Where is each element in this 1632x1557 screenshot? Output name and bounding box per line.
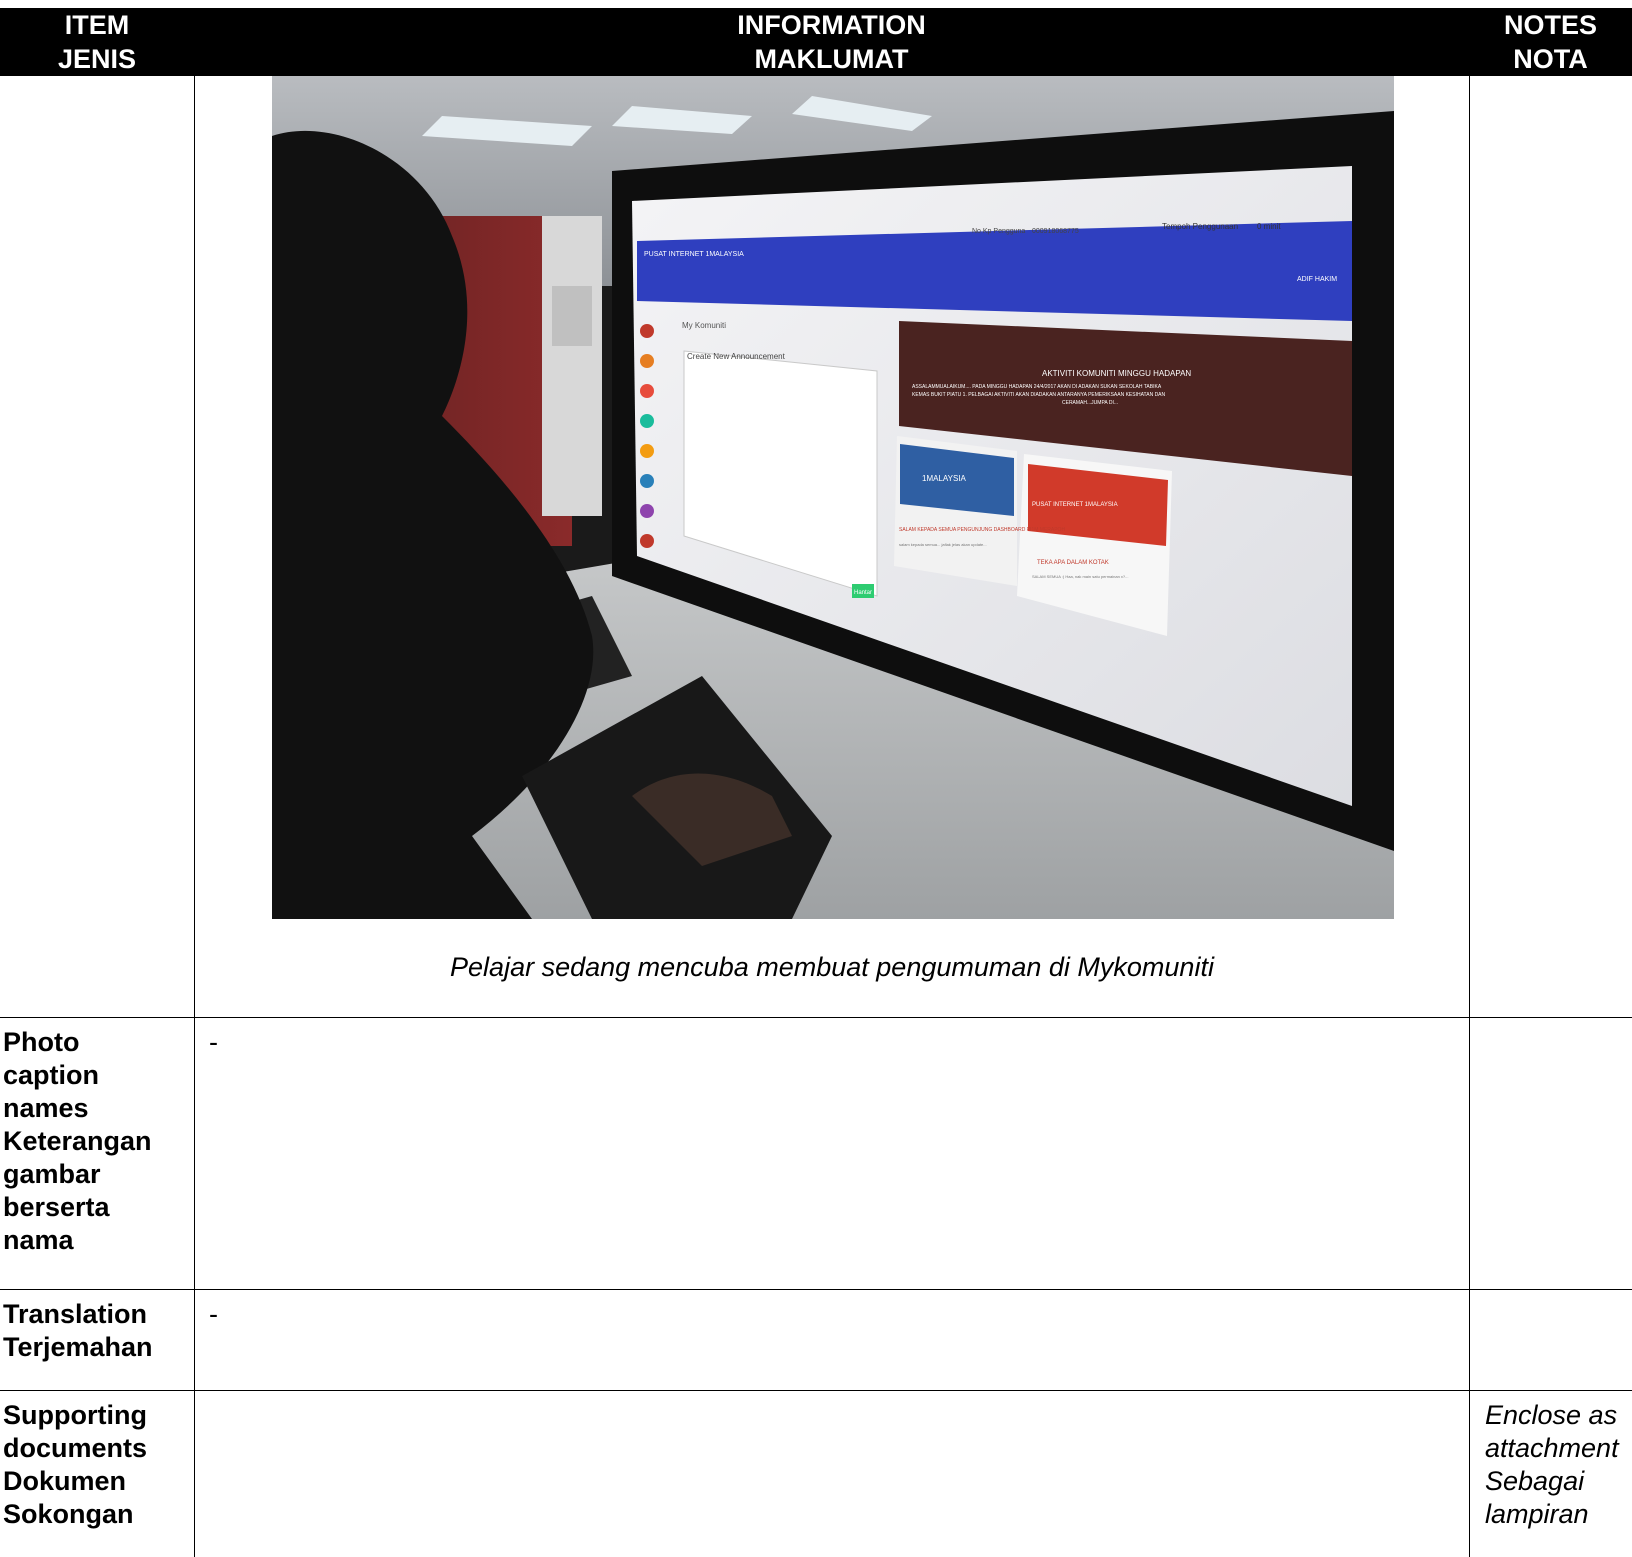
screen-user-value: 000918068775: [1032, 228, 1079, 235]
label-line: berserta: [3, 1192, 110, 1222]
screen-card1-text: salam kepada semua... jafiak jelas akan …: [899, 542, 987, 547]
row-supporting-docs-label: Supporting documents Dokumen Sokongan: [0, 1391, 194, 1557]
student-photo: No Kp Pengguna 000918068775 Tempoh Pengg…: [272, 76, 1394, 919]
screen-usage-value: 0 minit: [1257, 222, 1281, 231]
screen-form-title: Create New Announcement: [687, 352, 786, 361]
header-item: ITEM JENIS: [0, 8, 194, 76]
label-line: Supporting: [3, 1400, 147, 1430]
photo-row-label-cell: [0, 76, 194, 1018]
screen-banner-line2: KEMAS BUKIT PIATU 1. PELBAGAI AKTIVITI A…: [912, 392, 1166, 398]
row-photo-caption-note: [1469, 1018, 1632, 1290]
label-line: Terjemahan: [3, 1332, 153, 1362]
screen-card2-title: TEKA APA DALAM KOTAK: [1037, 560, 1109, 566]
screen-logo: PUSAT INTERNET 1MALAYSIA: [644, 251, 744, 258]
row-translation-label: Translation Terjemahan: [0, 1290, 194, 1391]
label-line: Keterangan: [3, 1126, 152, 1156]
note-line: Sebagai: [1485, 1466, 1585, 1496]
row-supporting-docs-value: [194, 1391, 1469, 1557]
screen-user-name: ADIF HAKIM: [1297, 276, 1337, 283]
row-photo-caption-value: -: [194, 1018, 1469, 1290]
header-information: INFORMATION MAKLUMAT: [194, 8, 1469, 76]
label-line: documents: [3, 1433, 148, 1463]
row-supporting-docs-note: Enclose as attachment Sebagai lampiran: [1469, 1391, 1632, 1557]
header-information-en: INFORMATION: [737, 10, 926, 40]
label-line: Photo: [3, 1027, 80, 1057]
label-line: Dokumen: [3, 1466, 127, 1496]
header-notes-ms: NOTA: [1513, 44, 1588, 74]
screen-card2-text: SALAM SEMUA :) Haa, nak main satu permai…: [1032, 574, 1129, 579]
row-translation-note: [1469, 1290, 1632, 1391]
screen-card2-sign: PUSAT INTERNET 1MALAYSIA: [1032, 502, 1118, 508]
screen-breadcrumb: My Komuniti: [682, 321, 726, 330]
header-information-ms: MAKLUMAT: [754, 44, 909, 74]
screen-submit: Hantar: [854, 590, 872, 596]
screen-banner-line1: ASSALAMMUALAIKUM.... PADA MINGGU HADAPAN…: [912, 384, 1162, 390]
label-line: gambar: [3, 1159, 101, 1189]
row-translation-value: -: [194, 1290, 1469, 1391]
screen-banner-line3: CERAMAH...JUMPA DI...: [1062, 400, 1118, 406]
screen-user-label: No Kp Pengguna: [972, 228, 1025, 235]
information-table: ITEM JENIS INFORMATION MAKLUMAT NOTES NO…: [0, 8, 1632, 1557]
row-photo-caption-label: Photo caption names Keterangan gambar be…: [0, 1018, 194, 1290]
screen-card1-title: SALAM KEPADA SEMUA PENGUNJUNG DASHBOARD …: [899, 527, 1065, 533]
header-notes: NOTES NOTA: [1469, 8, 1632, 76]
photo-illustration: No Kp Pengguna 000918068775 Tempoh Pengg…: [272, 76, 1394, 919]
label-line: caption: [3, 1060, 100, 1090]
screen-card1-sign: 1MALAYSIA: [922, 474, 967, 483]
screen-usage-label: Tempoh Penggunaan: [1162, 222, 1238, 231]
label-line: nama: [3, 1225, 74, 1255]
note-line: attachment: [1485, 1433, 1619, 1463]
header-item-ms: JENIS: [57, 44, 137, 74]
label-line: Sokongan: [3, 1499, 134, 1529]
header-item-en: ITEM: [64, 10, 130, 40]
screen-banner-title: AKTIVITI KOMUNITI MINGGU HADAPAN: [1042, 369, 1191, 378]
photo-row-info-cell: No Kp Pengguna 000918068775 Tempoh Pengg…: [194, 76, 1469, 1018]
photo-caption: Pelajar sedang mencuba membuat pengumuma…: [450, 952, 1214, 982]
note-line: lampiran: [1485, 1499, 1589, 1529]
header-notes-en: NOTES: [1503, 10, 1597, 40]
note-line: Enclose as: [1485, 1400, 1618, 1430]
label-line: names: [3, 1093, 89, 1123]
photo-row-notes-cell: [1469, 76, 1632, 1018]
label-line: Translation: [3, 1299, 148, 1329]
